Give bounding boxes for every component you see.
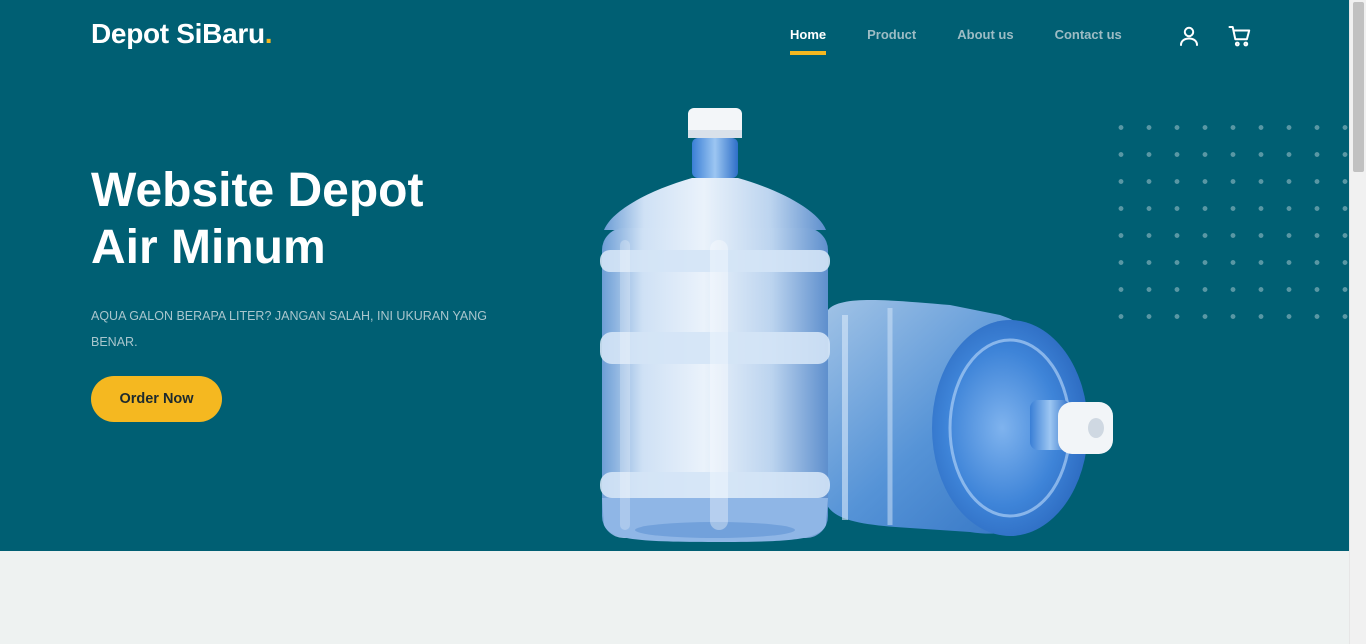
page: Depot SiBaru. Home Product About us Cont… bbox=[0, 0, 1366, 644]
headline-line-2: Air Minum bbox=[91, 221, 326, 274]
headline-line-1: Website Depot bbox=[91, 164, 424, 217]
nav-home[interactable]: Home bbox=[790, 27, 827, 55]
nav-contact-us[interactable]: Contact us bbox=[1055, 27, 1122, 55]
next-section bbox=[0, 551, 1349, 644]
vertical-scrollbar[interactable] bbox=[1349, 0, 1366, 644]
water-gallon-image bbox=[600, 108, 1113, 542]
brand-name: Depot SiBaru bbox=[91, 18, 265, 49]
nav-product[interactable]: Product bbox=[867, 27, 916, 55]
cart-icon[interactable] bbox=[1228, 24, 1252, 48]
hero-subtitle: AQUA GALON BERAPA LITER? JANGAN SALAH, I… bbox=[91, 309, 487, 349]
scrollbar-thumb[interactable] bbox=[1353, 2, 1364, 172]
nav-about-us[interactable]: About us bbox=[957, 27, 1013, 55]
brand-dot: . bbox=[264, 18, 273, 49]
hero-headline: Website Depot Air Minum bbox=[91, 162, 511, 276]
brand-logo[interactable]: Depot SiBaru. bbox=[91, 18, 273, 50]
hero-section: Depot SiBaru. Home Product About us Cont… bbox=[0, 0, 1349, 551]
main-nav: Home Product About us Contact us bbox=[790, 27, 1163, 55]
decorative-dot-pattern bbox=[1118, 125, 1349, 325]
user-icon[interactable] bbox=[1177, 24, 1201, 48]
order-now-button[interactable]: Order Now bbox=[91, 376, 222, 422]
